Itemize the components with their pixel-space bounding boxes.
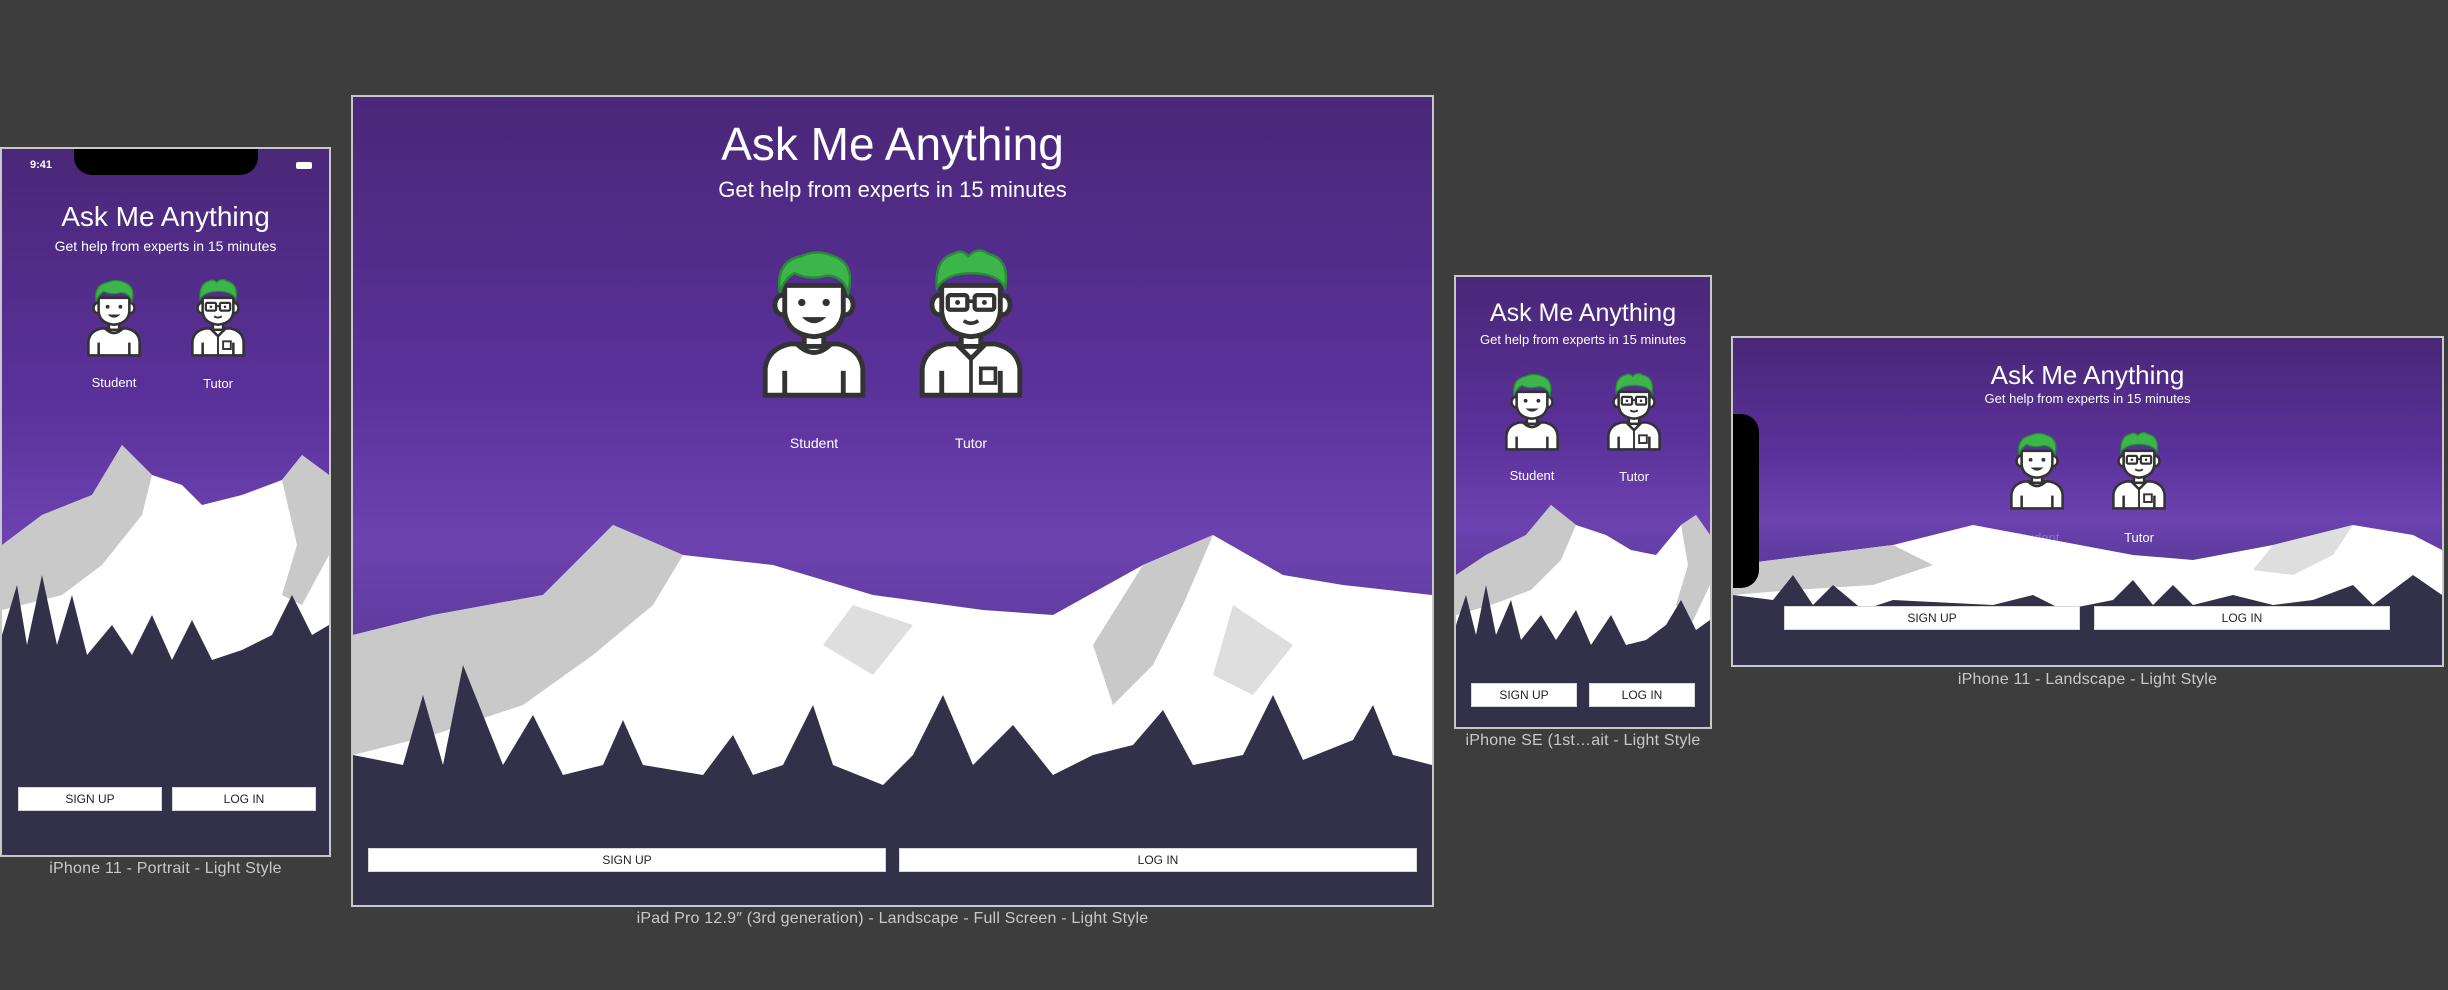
login-button[interactable]: LOG IN [899, 848, 1417, 872]
signup-button[interactable]: SIGN UP [368, 848, 886, 872]
student-avatar-icon[interactable] [1500, 365, 1564, 457]
app-subtitle: Get help from experts in 15 minutes [1480, 332, 1686, 347]
tutor-label: Tutor [954, 435, 988, 451]
app-title: Ask Me Anything [721, 118, 1064, 170]
app-subtitle: Get help from experts in 15 minutes [1984, 391, 2191, 406]
iphone11-landscape-frame: Ask Me Anything Get help from experts in… [1731, 336, 2444, 667]
login-button[interactable]: LOG IN [2094, 606, 2390, 630]
student-label: Student [789, 435, 839, 451]
tutor-label: Tutor [1619, 469, 1649, 484]
caption-iphone11-landscape: iPhone 11 - Landscape - Light Style [1957, 671, 2218, 688]
app-title: Ask Me Anything [1489, 299, 1677, 327]
iphone11-portrait-frame: 9:41 Ask Me Anything Get help from exper… [0, 147, 331, 857]
student-avatar-icon[interactable] [753, 235, 875, 409]
iphone-se-frame: Ask Me Anything Get help from experts in… [1454, 275, 1712, 729]
tutor-avatar-icon[interactable] [1602, 365, 1666, 457]
ipad-pro-frame: Ask Me Anything Get help from experts in… [351, 95, 1434, 907]
signup-button[interactable]: SIGN UP [18, 787, 162, 811]
notch [1733, 414, 1759, 588]
notch [74, 149, 258, 175]
student-label: Student [2014, 530, 2060, 545]
tutor-avatar-icon[interactable] [186, 271, 250, 363]
student-avatar-icon[interactable] [2005, 424, 2069, 516]
signup-button[interactable]: SIGN UP [1471, 683, 1577, 707]
caption-iphone11-portrait: iPhone 11 - Portrait - Light Style [49, 860, 282, 877]
tutor-label: Tutor [2124, 530, 2154, 545]
student-label: Student [91, 375, 137, 390]
tutor-avatar-icon[interactable] [910, 235, 1032, 409]
caption-ipad-pro: iPad Pro 12.9″ (3rd generation) - Landsc… [636, 910, 1149, 927]
app-subtitle: Get help from experts in 15 minutes [718, 177, 1067, 202]
tutor-avatar-icon[interactable] [2107, 424, 2171, 516]
student-avatar-icon[interactable] [82, 271, 146, 363]
app-title: Ask Me Anything [61, 201, 270, 232]
battery-icon [296, 162, 312, 169]
signup-button[interactable]: SIGN UP [1784, 606, 2080, 630]
status-time: 9:41 [30, 159, 53, 171]
student-label: Student [1509, 468, 1555, 483]
app-subtitle: Get help from experts in 15 minutes [54, 238, 277, 254]
login-button[interactable]: LOG IN [172, 787, 316, 811]
app-title: Ask Me Anything [1990, 360, 2185, 390]
login-button[interactable]: LOG IN [1589, 683, 1695, 707]
caption-iphone-se: iPhone SE (1st…ait - Light Style [1465, 732, 1701, 749]
mountain-scene [1733, 525, 2442, 665]
tutor-label: Tutor [203, 376, 233, 391]
